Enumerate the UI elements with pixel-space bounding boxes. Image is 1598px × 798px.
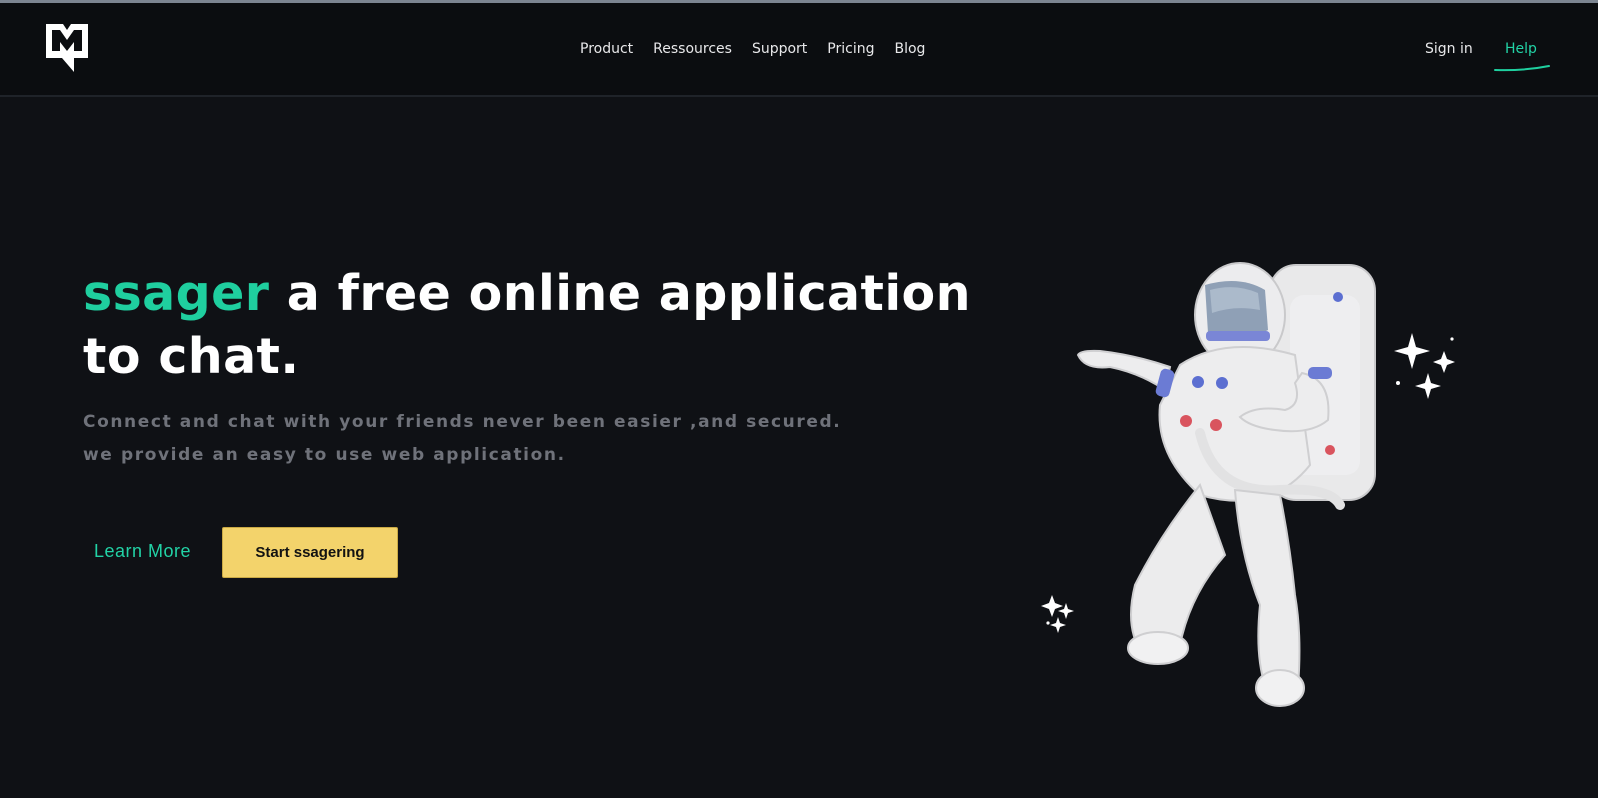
main-nav: Product Ressources Support Pricing Blog xyxy=(580,41,945,57)
brand-logo-icon[interactable] xyxy=(46,24,88,72)
nav-link-product[interactable]: Product xyxy=(580,41,633,57)
nav-link-ressources[interactable]: Ressources xyxy=(653,41,732,57)
help-underline-decoration xyxy=(1494,65,1550,72)
sign-in-link[interactable]: Sign in xyxy=(1425,41,1473,57)
nav-link-pricing[interactable]: Pricing xyxy=(827,41,874,57)
hero-subtitle: Connect and chat with your friends never… xyxy=(83,412,842,465)
nav-link-support[interactable]: Support xyxy=(752,41,807,57)
astronaut-body xyxy=(1076,262,1376,707)
start-ssagering-button[interactable]: Start ssagering xyxy=(222,527,398,578)
help-link[interactable]: Help xyxy=(1505,41,1537,57)
astronaut-illustration xyxy=(1041,262,1455,707)
landing-page: Product Ressources Support Pricing Blog … xyxy=(0,0,1598,798)
hero-title: ssager a free online application to chat… xyxy=(83,262,983,388)
nav-link-blog[interactable]: Blog xyxy=(895,41,926,57)
learn-more-link[interactable]: Learn More xyxy=(94,541,191,562)
navbar: Product Ressources Support Pricing Blog … xyxy=(0,3,1598,97)
hero-title-accent: ssager xyxy=(83,265,270,322)
